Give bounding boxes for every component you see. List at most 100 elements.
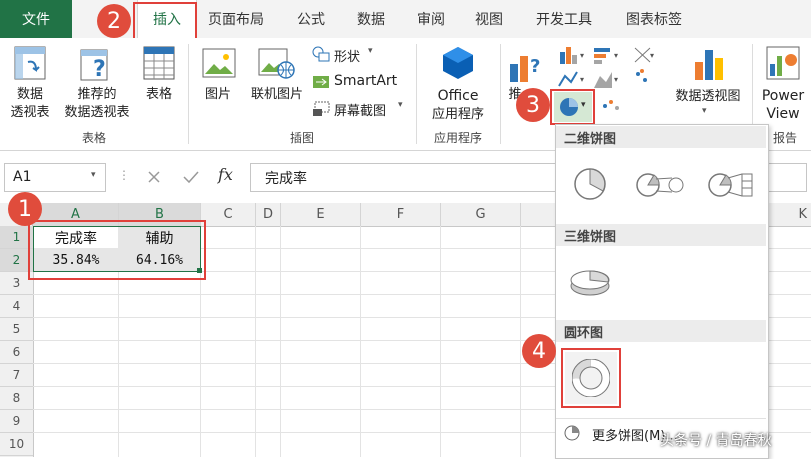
pivot-table-icon — [14, 46, 46, 80]
power-view-label-1: Power — [761, 88, 805, 104]
tab-page-layout[interactable]: 页面布局 — [200, 0, 272, 38]
tab-data[interactable]: 数据 — [346, 0, 396, 38]
formula-bar-grip-icon: ⋮ — [118, 168, 130, 182]
picture-button[interactable]: 图片 — [194, 44, 242, 126]
scatter-chart-icon[interactable]: ▾ — [632, 44, 658, 90]
line-chart-icon[interactable]: ▾ ▾ — [556, 68, 626, 90]
more-charts-icon[interactable] — [600, 96, 622, 116]
office-store-icon — [443, 47, 473, 79]
group-label-apps: 应用程序 — [433, 131, 482, 145]
step-badge-4: 4 — [522, 334, 556, 368]
smartart-button[interactable]: SmartArt — [312, 72, 412, 92]
bar-of-pie-option-icon[interactable] — [706, 170, 758, 200]
shapes-button[interactable]: 形状 ▾ — [312, 44, 402, 65]
column-header-d[interactable]: D — [256, 203, 281, 226]
row-header-9[interactable]: 9 — [0, 410, 33, 433]
row-header-5[interactable]: 5 — [0, 318, 33, 341]
screenshot-label: 屏幕截图 — [334, 104, 387, 119]
power-view-button[interactable]: Power View — [756, 44, 810, 126]
recommended-charts-icon: ? — [510, 56, 540, 82]
recommended-pivot-label-1: 推荐的 — [77, 87, 117, 102]
svg-text:?: ? — [93, 57, 106, 82]
column-header-f[interactable]: F — [361, 203, 441, 226]
svg-text:▾: ▾ — [614, 75, 618, 84]
recommended-pivot-label-2: 数据透视表 — [64, 105, 130, 120]
tab-chart-label[interactable]: 图表标签 — [614, 0, 694, 38]
row-header-8[interactable]: 8 — [0, 387, 33, 410]
step-badge-2: 2 — [97, 4, 131, 38]
row-header-10[interactable]: 10 — [0, 433, 33, 456]
row-header-6[interactable]: 6 — [0, 341, 33, 364]
office-apps-button[interactable]: Office 应用程序 — [420, 44, 496, 126]
svg-text:▾: ▾ — [614, 51, 618, 60]
tab-developer[interactable]: 开发工具 — [524, 0, 604, 38]
column-chart-icon[interactable]: ▾ ▾ — [556, 44, 626, 66]
section-3d-pie: 三维饼图 — [556, 224, 766, 246]
pivot-table-button[interactable]: 数据 透视表 — [4, 44, 56, 126]
tab-review[interactable]: 审阅 — [406, 0, 456, 38]
shapes-icon — [312, 46, 330, 62]
picture-icon — [202, 48, 236, 78]
power-view-label-2: View — [766, 106, 800, 122]
column-header-k[interactable]: K — [767, 203, 811, 226]
online-picture-label: 联机图片 — [250, 87, 303, 102]
grid-line — [255, 226, 256, 457]
insert-function-icon[interactable]: fx — [218, 165, 233, 184]
watermark: 头条号 / 青岛春秋 — [660, 433, 772, 449]
pivot-table-label-2: 透视表 — [10, 105, 50, 120]
data-range-highlight — [28, 220, 206, 280]
shapes-label: 形状 — [334, 50, 361, 65]
online-picture-button[interactable]: 联机图片 — [244, 44, 310, 126]
column-header-g[interactable]: G — [441, 203, 521, 226]
section-2d-pie: 二维饼图 — [556, 126, 766, 148]
column-header-partial[interactable] — [521, 203, 556, 226]
table-button[interactable]: 表格 — [138, 44, 180, 126]
table-label: 表格 — [145, 87, 172, 102]
step-badge-1: 1 — [8, 192, 42, 226]
tab-file[interactable]: 文件 — [0, 0, 72, 38]
group-separator — [500, 44, 501, 144]
grid-line — [520, 226, 521, 457]
pie-of-pie-option-icon[interactable] — [634, 170, 686, 200]
tab-view[interactable]: 视图 — [464, 0, 514, 38]
grid-line — [280, 226, 281, 457]
column-header-e[interactable]: E — [281, 203, 361, 226]
screenshot-dropdown-icon: ▾ — [398, 100, 403, 110]
pivot-chart-button[interactable]: 数据透视图 ▾ — [668, 44, 748, 126]
power-view-icon — [766, 46, 800, 80]
office-label-1: Office — [437, 88, 479, 104]
pivot-chart-label: 数据透视图 — [675, 89, 741, 104]
menu-divider — [556, 418, 766, 419]
shapes-dropdown-icon: ▾ — [368, 46, 373, 56]
smartart-label: SmartArt — [334, 73, 398, 89]
tab-formulas[interactable]: 公式 — [286, 0, 336, 38]
screenshot-button[interactable]: 屏幕截图 ▾ — [312, 98, 412, 119]
column-header-c[interactable]: C — [201, 203, 256, 226]
pie-2d-option-icon[interactable] — [570, 166, 610, 202]
section-doughnut: 圆环图 — [556, 320, 766, 342]
doughnut-option-highlight — [561, 348, 621, 408]
pivot-table-label-1: 数据 — [16, 87, 43, 102]
grid-line — [360, 226, 361, 457]
svg-text:▾: ▾ — [580, 51, 584, 60]
row-header-4[interactable]: 4 — [0, 295, 33, 318]
recommended-pivot-icon: ? — [80, 49, 108, 82]
pie-3d-option-icon[interactable] — [566, 264, 614, 300]
picture-label: 图片 — [204, 87, 231, 102]
group-label-illustrations: 插图 — [289, 131, 314, 145]
row-header-7[interactable]: 7 — [0, 364, 33, 387]
name-box[interactable]: A1 ▾ — [4, 163, 106, 192]
recommended-pivot-button[interactable]: ? 推荐的 数据透视表 — [56, 44, 138, 126]
group-separator — [188, 44, 189, 144]
pie-button-highlight — [550, 89, 595, 125]
confirm-entry-icon[interactable] — [182, 169, 200, 185]
smartart-icon — [313, 76, 329, 88]
name-box-dropdown-icon: ▾ — [91, 170, 96, 180]
office-label-2: 应用程序 — [431, 107, 484, 122]
pivot-chart-icon — [695, 50, 723, 80]
table-icon — [143, 46, 175, 80]
cancel-entry-icon[interactable] — [146, 169, 162, 185]
formula-input-value: 完成率 — [265, 171, 307, 187]
group-separator — [416, 44, 417, 144]
group-label-tables: 表格 — [81, 131, 106, 145]
